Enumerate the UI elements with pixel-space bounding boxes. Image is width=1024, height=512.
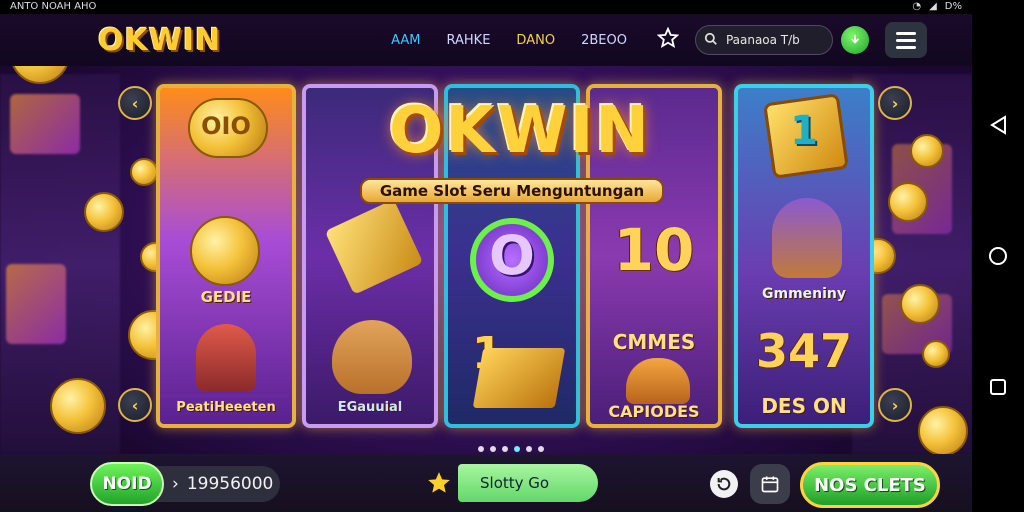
status-bar: ANTO NOAH AHO ◔ ◢ D% [0, 0, 972, 14]
pagination-dot[interactable] [490, 446, 496, 452]
cta-button[interactable]: NOS CLETS [800, 462, 940, 508]
brand-logo[interactable]: OKWIN [98, 23, 221, 58]
dog-character-symbol [332, 320, 412, 394]
recents-icon[interactable] [987, 376, 1009, 398]
block-symbol-text: 1 [790, 108, 818, 154]
nav-item-3[interactable]: DANO [516, 33, 555, 48]
chevron-right-icon: › [172, 474, 179, 494]
card-label: PeatiHeeeten [176, 400, 276, 415]
bottom-bar: › 19956000 NOID Slotty Go NOS CLETS [0, 454, 972, 512]
calendar-icon[interactable] [750, 464, 790, 504]
slot-showcase: OIO GEDIE PeatiHeeeten EGauuial O 1 10 C… [150, 84, 880, 444]
character-symbol [196, 324, 256, 392]
game-app: OKWIN AAM RAHKE DANO 2BEOO OIO GEDIE [0, 14, 972, 512]
coin-decoration [910, 134, 944, 168]
game-card-1[interactable]: OIO GEDIE PeatiHeeeten [156, 84, 296, 428]
refresh-icon[interactable] [710, 470, 738, 498]
slot-game-pill[interactable]: Slotty Go [458, 464, 598, 502]
pagination-dot[interactable] [526, 446, 532, 452]
chevron-right-icon[interactable]: › [878, 388, 912, 422]
home-icon[interactable] [987, 245, 1009, 267]
nav-item-2[interactable]: RAHKE [447, 33, 491, 48]
search-input[interactable] [723, 32, 828, 48]
card-label: CMMES [612, 330, 696, 354]
hero-title: OKWIN [389, 94, 651, 168]
pagination-dot-active[interactable] [514, 446, 520, 452]
signal-icon: ◢ [929, 1, 937, 12]
ring-symbol-text: O [489, 224, 535, 287]
coin-decoration [84, 192, 124, 232]
nav-item-1[interactable]: AAM [391, 33, 420, 48]
status-right: ◔ ◢ D% [912, 0, 962, 14]
status-left: ANTO NOAH AHO [10, 0, 96, 14]
chest-symbol [472, 348, 566, 408]
card-label: Gmmeniny [761, 286, 847, 302]
pagination-dot[interactable] [478, 446, 484, 452]
back-icon[interactable] [987, 114, 1009, 136]
primary-button[interactable]: NOID [90, 462, 164, 506]
game-card-5[interactable]: 1 Gmmeniny 347 DES ON [734, 84, 874, 428]
number-symbol: 10 [613, 216, 695, 284]
hero-subtitle: Game Slot Seru Menguntungan [360, 178, 664, 204]
coin-decoration [900, 284, 940, 324]
ring-symbol [190, 216, 260, 286]
card-label: GEDIE [200, 288, 252, 306]
status-text: ANTO NOAH AHO [10, 1, 97, 12]
menu-icon[interactable] [884, 22, 927, 58]
battery-text: D% [944, 1, 962, 12]
coin-decoration [918, 406, 968, 456]
chevron-right-icon[interactable]: › [878, 86, 912, 120]
number-symbol: 347 [755, 324, 853, 378]
system-navigation-bar [972, 0, 1024, 512]
nav-item-4[interactable]: 2BEOO [581, 33, 627, 48]
coin-symbol-text: OIO [201, 112, 251, 140]
chevron-left-icon[interactable]: ‹ [118, 388, 152, 422]
cat-character-symbol [626, 358, 690, 404]
wifi-icon: ◔ [912, 1, 922, 12]
top-header: OKWIN AAM RAHKE DANO 2BEOO [0, 14, 972, 66]
gold-bar-symbol [324, 199, 424, 295]
slot-game-label: Slotty Go [480, 474, 550, 492]
favorite-star-icon[interactable] [656, 26, 680, 53]
search-icon [704, 31, 718, 50]
coin-decoration [922, 340, 950, 368]
machine-screen [6, 264, 66, 344]
coin-decoration [888, 182, 928, 222]
coin-decoration [50, 378, 106, 434]
pagination-dot[interactable] [538, 446, 544, 452]
balance-display: › 19956000 [150, 466, 280, 502]
chevron-left-icon[interactable]: ‹ [118, 86, 152, 120]
card-label: EGauuial [337, 400, 403, 415]
card-label: DES ON [761, 394, 847, 418]
machine-screen [10, 94, 80, 154]
search-field[interactable] [694, 25, 833, 55]
card-label: CAPIODES [608, 402, 700, 421]
pagination-dot[interactable] [502, 446, 508, 452]
top-nav: AAM RAHKE DANO 2BEOO [391, 33, 627, 48]
joker-character-symbol [772, 198, 842, 278]
star-icon[interactable] [426, 470, 452, 500]
download-icon[interactable] [840, 26, 869, 54]
carousel-pagination [478, 446, 544, 452]
balance-value: 19956000 [186, 474, 274, 494]
